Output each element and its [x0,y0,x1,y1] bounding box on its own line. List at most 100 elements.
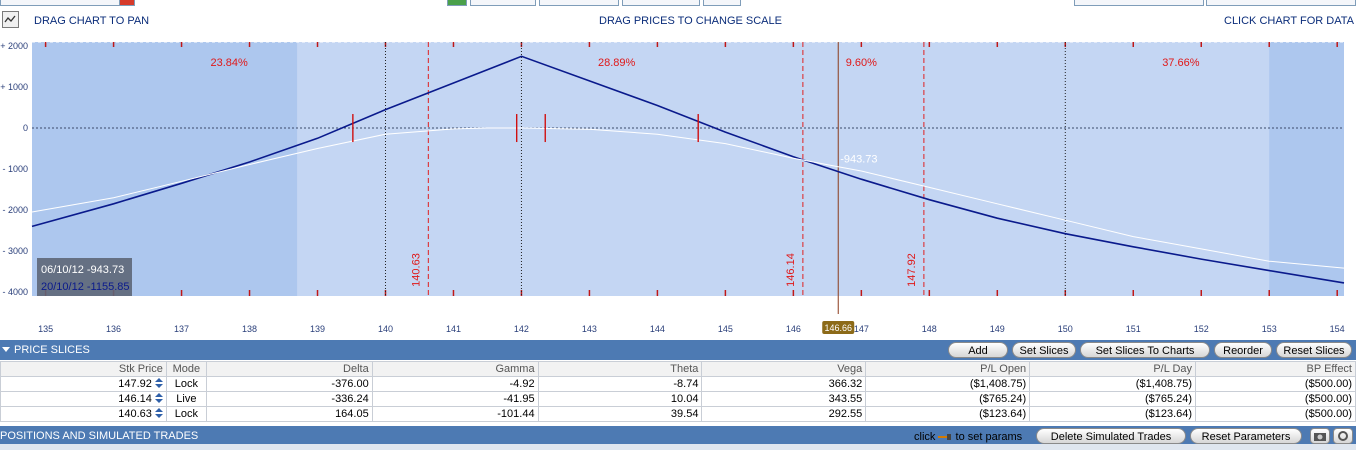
probability-label: 9.60% [846,57,877,69]
stk-price-cell[interactable]: 140.63 [0,406,167,422]
column-header[interactable]: Theta [537,361,703,377]
top-dropdown-4[interactable] [703,0,741,6]
reorder-button[interactable]: Reorder [1214,342,1272,358]
mode-cell[interactable]: Live [165,391,207,407]
x-tick-label: 152 [1194,324,1209,334]
top-dropdown-right[interactable] [1074,0,1204,6]
set-slices-button[interactable]: Set Slices [1012,342,1076,358]
slice-price-label: 146.14 [785,253,797,287]
top-dropdown-1[interactable] [470,0,536,6]
x-axis-svg: 135 136 137 138 139 140 141 142 143 144 145 146 147 1… [38,321,1345,334]
table-cell: -336.24 [205,391,373,407]
x-tick-label: 146 [786,324,801,334]
probability-label: 37.66% [1162,57,1200,69]
reset-parameters-button[interactable]: Reset Parameters [1190,428,1302,444]
x-tick-label: 137 [174,324,189,334]
add-slice-button[interactable]: Add Slice [948,342,1008,372]
stepper-icon[interactable] [154,393,163,404]
mode-cell[interactable]: Lock [165,406,207,422]
x-tick-label: 140 [378,324,393,334]
table-cell: -8.74 [537,376,703,392]
x-tick-label: 145 [718,324,733,334]
x-axis: 135 136 137 138 139 140 141 142 143 144 145 146 147 1… [0,320,1356,338]
table-cell: ($500.00) [1195,376,1356,392]
price-slices-table: Stk Price Mode Delta Gamma Theta Vega P/… [0,361,1356,422]
table-cell: 366.32 [701,376,867,392]
stepper-icon[interactable] [154,408,163,419]
y-tick-label: + 1000 [0,82,28,92]
column-header[interactable]: Gamma [371,361,539,377]
current-price-label: 146.66 [824,323,852,333]
x-tick-label: 147 [854,324,869,334]
column-header[interactable]: P/L Open [865,361,1031,377]
table-cell: 10.04 [537,391,703,407]
risk-graph-svg[interactable]: + 2000 + 1000 0 - 1000 - 2000 - 3000 - 4000 23… [0,38,1356,320]
today-value-readout: -943.73 [840,154,877,166]
y-tick-label: + 2000 [0,41,28,51]
table-cell: ($123.64) [1029,406,1197,422]
x-tick-label: 151 [1126,324,1141,334]
table-cell: ($765.24) [865,391,1031,407]
table-row[interactable]: 140.63 Lock 164.05 -101.44 39.54 292.55 … [0,406,1356,422]
table-row[interactable]: 146.14 Live -336.24 -41.95 10.04 343.55 … [0,391,1356,407]
wrench-icon[interactable] [938,433,952,441]
positions-table-strip [0,444,1356,450]
column-header[interactable]: P/L Day [1029,361,1197,377]
table-cell: ($765.24) [1029,391,1197,407]
drag-pan-label: DRAG CHART TO PAN [34,15,150,27]
table-cell: -4.92 [371,376,539,392]
positions-title[interactable]: POSITIONS AND SIMULATED TRADES [0,430,198,442]
color-swatch-red[interactable] [119,0,135,6]
table-cell: ($1,408.75) [1029,376,1197,392]
top-dropdown-3[interactable] [622,0,700,6]
risk-graph[interactable]: + 2000 + 1000 0 - 1000 - 2000 - 3000 - 4000 23… [0,38,1356,320]
click-data-label: CLICK CHART FOR DATA [1224,15,1354,27]
stepper-icon[interactable] [154,378,163,389]
x-tick-label: 149 [990,324,1005,334]
stk-price-cell[interactable]: 147.92 [0,376,167,392]
settings-icon[interactable] [1333,428,1353,444]
stk-price-cell[interactable]: 146.14 [0,391,167,407]
table-cell: ($500.00) [1195,406,1356,422]
table-cell: 39.54 [537,406,703,422]
column-header[interactable]: Delta [205,361,373,377]
table-cell: -41.95 [371,391,539,407]
table-cell: -376.00 [205,376,373,392]
x-tick-label: 144 [650,324,665,334]
table-cell: 343.55 [701,391,867,407]
table-row[interactable]: 147.92 Lock -376.00 -4.92 -8.74 366.32 (… [0,376,1356,392]
color-picker-icon[interactable] [447,0,467,6]
chart-legend: 06/10/12 -943.73 20/10/12 -1155.85 [37,258,132,296]
top-field-right[interactable] [1206,0,1356,6]
legend-entry: 20/10/12 -1155.85 [41,281,129,293]
table-cell: ($1,408.75) [865,376,1031,392]
camera-icon[interactable] [1310,428,1330,444]
column-header[interactable]: Vega [701,361,867,377]
column-header[interactable]: Mode [165,361,207,377]
reset-slices-button[interactable]: Reset Slices [1276,342,1352,358]
table-cell: 292.55 [701,406,867,422]
x-tick-label: 153 [1262,324,1277,334]
top-field-left[interactable] [0,0,120,6]
y-tick-label: - 3000 [2,246,28,256]
y-axis: + 2000 + 1000 0 - 1000 - 2000 - 3000 - 4000 [0,41,28,297]
price-slices-header: PRICE SLICES Add Slice Set Slices Set Sl… [0,340,1356,372]
mode-cell[interactable]: Lock [165,376,207,392]
delete-simulated-trades-button[interactable]: Delete Simulated Trades [1036,428,1186,444]
x-tick-label: 136 [106,324,121,334]
x-tick-label: 143 [582,324,597,334]
chart-type-icon[interactable] [2,11,19,28]
column-header[interactable]: Stk Price [0,361,167,377]
chart-inner-range [297,42,1270,296]
collapse-triangle-icon[interactable] [2,347,10,352]
top-dropdown-2[interactable] [539,0,619,6]
x-tick-label: 135 [38,324,53,334]
slice-price-label: 140.63 [410,253,422,287]
table-cell: 164.05 [205,406,373,422]
column-header[interactable]: BP Effect [1195,361,1356,377]
x-tick-label: 148 [922,324,937,334]
set-slices-to-charts-button[interactable]: Set Slices To Charts [1080,342,1210,358]
x-tick-label: 141 [446,324,461,334]
price-slices-title[interactable]: PRICE SLICES [2,344,90,356]
y-tick-label: - 2000 [2,205,28,215]
